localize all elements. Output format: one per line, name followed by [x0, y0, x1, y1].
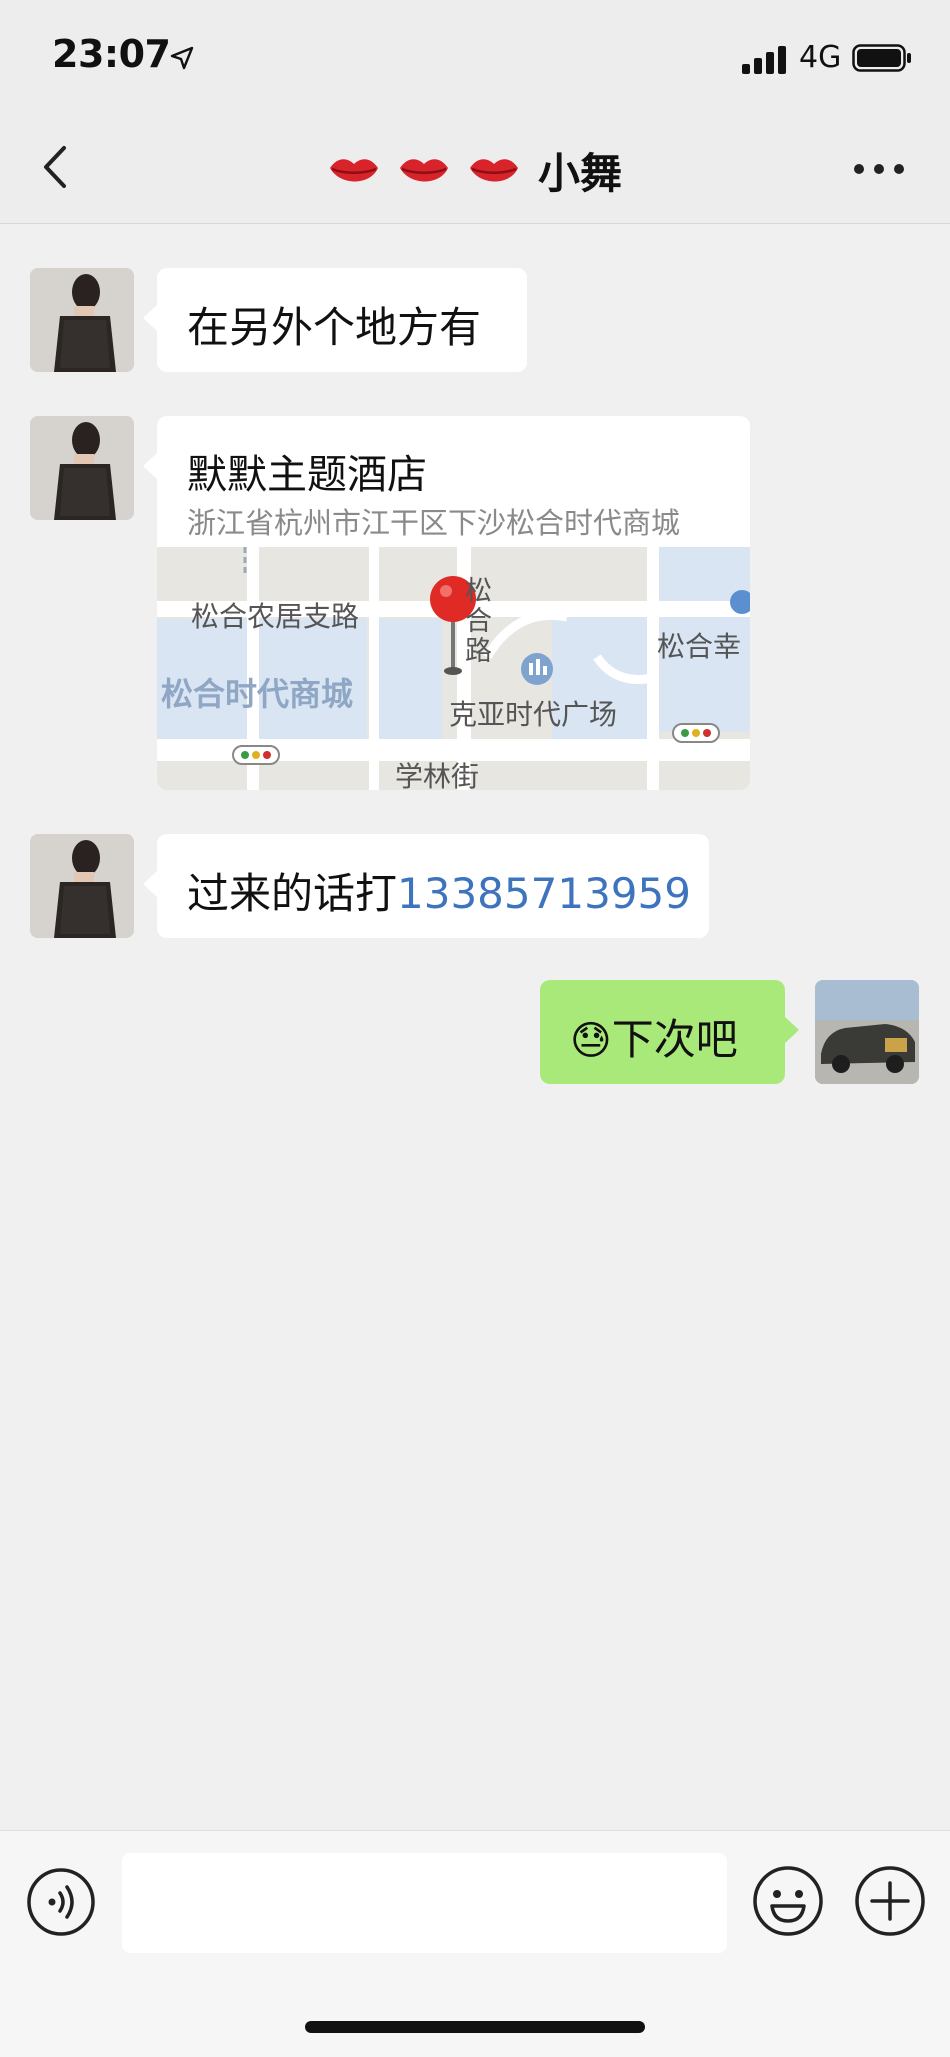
- map-label: 松合时代商城: [161, 675, 354, 713]
- map-label: 克亚时代广场: [449, 698, 618, 731]
- lips-icon: [399, 159, 448, 182]
- map-preview[interactable]: 松合农居支路 松合路 松合幸 松合时代商城 克亚时代广场 学林街: [157, 547, 750, 790]
- message-bubble[interactable]: 过来的话打13385713959: [143, 834, 709, 938]
- status-bar: 23:07 4G: [0, 0, 950, 110]
- message-bubble[interactable]: 在另外个地方有: [143, 268, 527, 372]
- location-arrow-icon: [170, 46, 194, 70]
- home-indicator: [305, 2021, 645, 2033]
- avatar[interactable]: [30, 834, 134, 938]
- location-title: 默默主题酒店: [187, 452, 427, 498]
- location-address: 浙江省杭州市江干区下沙松合时代商城: [187, 506, 681, 540]
- chat-title: 小舞: [0, 140, 950, 201]
- chat-title-text: 小舞: [537, 149, 622, 198]
- network-type: 4G: [799, 40, 842, 75]
- message-text: 在另外个地方有: [187, 303, 482, 352]
- map-label: 松合路: [465, 576, 492, 667]
- message-bubble-self[interactable]: 😓下次吧: [540, 980, 799, 1084]
- message-text-prefix: 过来的话打: [187, 869, 398, 918]
- signal-icon: [742, 44, 788, 74]
- avatar[interactable]: [30, 416, 134, 520]
- map-label: 学林街: [395, 760, 480, 790]
- sweat-emoji-icon: 😓: [570, 1018, 612, 1064]
- message-text-body: 下次吧: [611, 1015, 738, 1064]
- more-icon[interactable]: [854, 162, 904, 176]
- map-label: 松合农居支路: [191, 600, 360, 633]
- chat-screen: 23:07 4G 小舞 在另外个地方有 默默主题酒店 浙江省杭州市江干区下沙松合…: [0, 0, 950, 2057]
- lips-icon: [329, 159, 378, 182]
- location-card[interactable]: 默默主题酒店 浙江省杭州市江干区下沙松合时代商城 松合农居支路 松合路 松合幸 …: [157, 416, 750, 790]
- avatar-self[interactable]: [815, 980, 919, 1084]
- plus-icon[interactable]: [854, 1865, 926, 1937]
- bubble-tail: [143, 452, 158, 480]
- emoji-icon[interactable]: [752, 1865, 824, 1937]
- lips-icon: [469, 159, 518, 182]
- message-input[interactable]: [122, 1853, 727, 1953]
- message-text: 过来的话打13385713959: [187, 860, 691, 921]
- voice-icon[interactable]: [26, 1867, 96, 1937]
- message-text: 😓下次吧: [570, 1006, 738, 1067]
- nav-bar: 小舞: [0, 110, 950, 224]
- phone-link[interactable]: 13385713959: [397, 869, 691, 918]
- status-time: 23:07: [52, 32, 171, 76]
- avatar[interactable]: [30, 268, 134, 372]
- battery-icon: [852, 44, 911, 72]
- input-bar: [0, 1830, 950, 2057]
- map-label: 松合幸: [657, 630, 742, 663]
